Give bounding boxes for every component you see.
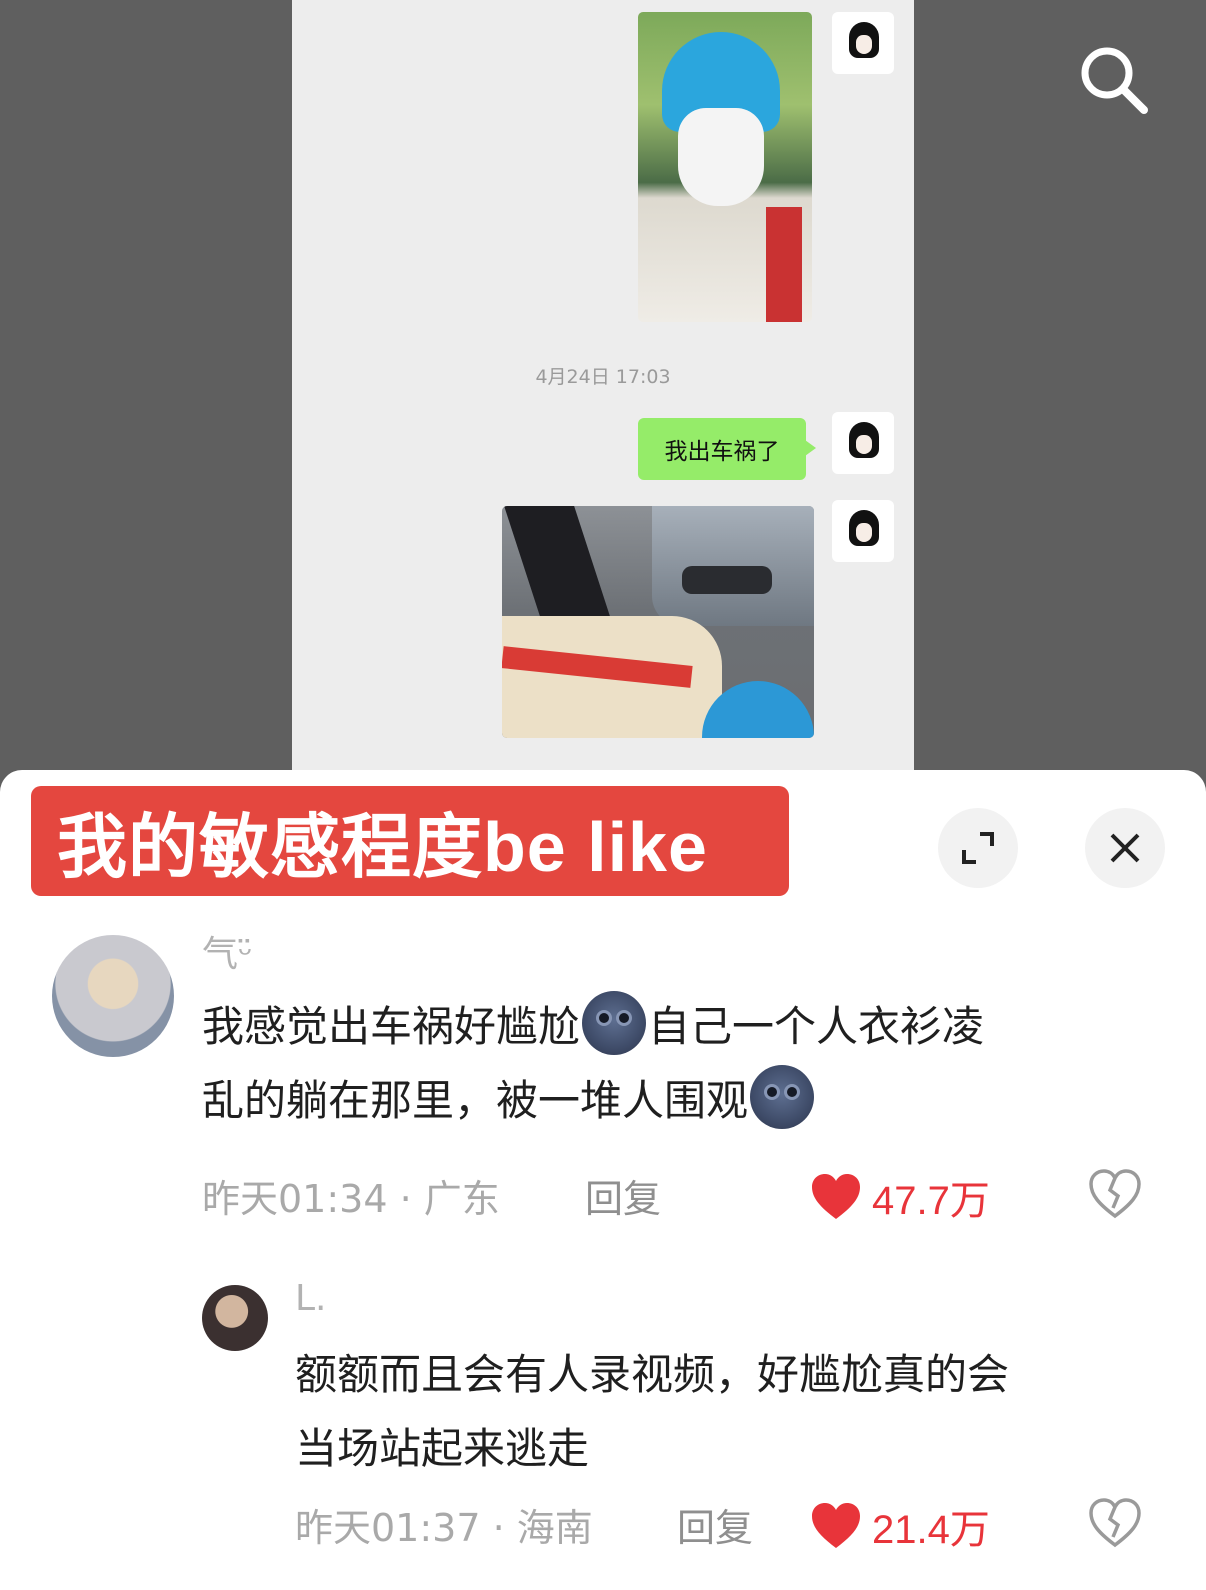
broken-heart-icon [1089,1169,1141,1219]
accident-photo [502,506,814,738]
like-count: 47.7万 [872,1179,990,1223]
chat-avatar [832,412,894,474]
heart-icon [812,1503,860,1548]
expand-icon [962,832,994,864]
like-button[interactable]: 47.7万 [810,1168,990,1226]
chat-message-bubble: 我出车祸了 [638,418,816,480]
video-area[interactable]: 4月24日 17:03 我出车祸了 [0,0,1206,775]
avatar[interactable] [202,1285,268,1351]
broken-heart-icon [1089,1498,1141,1548]
video-caption: 我的敏感程度be like [31,786,789,896]
close-icon [1110,833,1140,863]
chat-avatar [832,12,894,74]
expand-button[interactable] [938,808,1018,888]
comment-meta: 昨天01:34 · 广东 [202,1177,500,1221]
chat-avatar [832,500,894,562]
heart-icon [812,1174,860,1219]
comment-text: 我感觉出车祸好尴尬 自己一个人衣衫凌 乱的躺在那里，被一堆人围观 [202,990,1162,1138]
comment-meta: 昨天01:37 · 海南 [295,1506,593,1550]
search-icon [1081,47,1148,114]
dislike-button[interactable] [1088,1168,1142,1220]
comment-username[interactable]: 气ᵕ̈ [202,925,253,977]
chat-screenshot: 4月24日 17:03 我出车祸了 [292,0,914,775]
comment-text: 额额而且会有人录视频，好尴尬真的会 当场站起来逃走 [295,1350,1010,1473]
dislike-button[interactable] [1088,1497,1142,1549]
close-button[interactable] [1085,808,1165,888]
moon-face-emoji [582,991,647,1055]
chat-timestamp: 4月24日 17:03 [535,366,671,388]
like-button[interactable]: 21.4万 [810,1497,990,1555]
selfie-photo [638,12,812,322]
search-button[interactable] [1076,42,1152,118]
reply-button[interactable]: 回复 [585,1168,661,1223]
moon-face-emoji [750,1065,815,1129]
like-count: 21.4万 [872,1508,990,1552]
comment-sheet: 我的敏感程度be like 气ᵕ̈ 我感觉出车祸好尴尬 自己一个人衣衫凌 乱的躺在… [0,770,1206,1590]
avatar[interactable] [52,935,174,1057]
reply-button[interactable]: 回复 [677,1497,753,1552]
comment-username[interactable]: L. [295,1278,327,1319]
